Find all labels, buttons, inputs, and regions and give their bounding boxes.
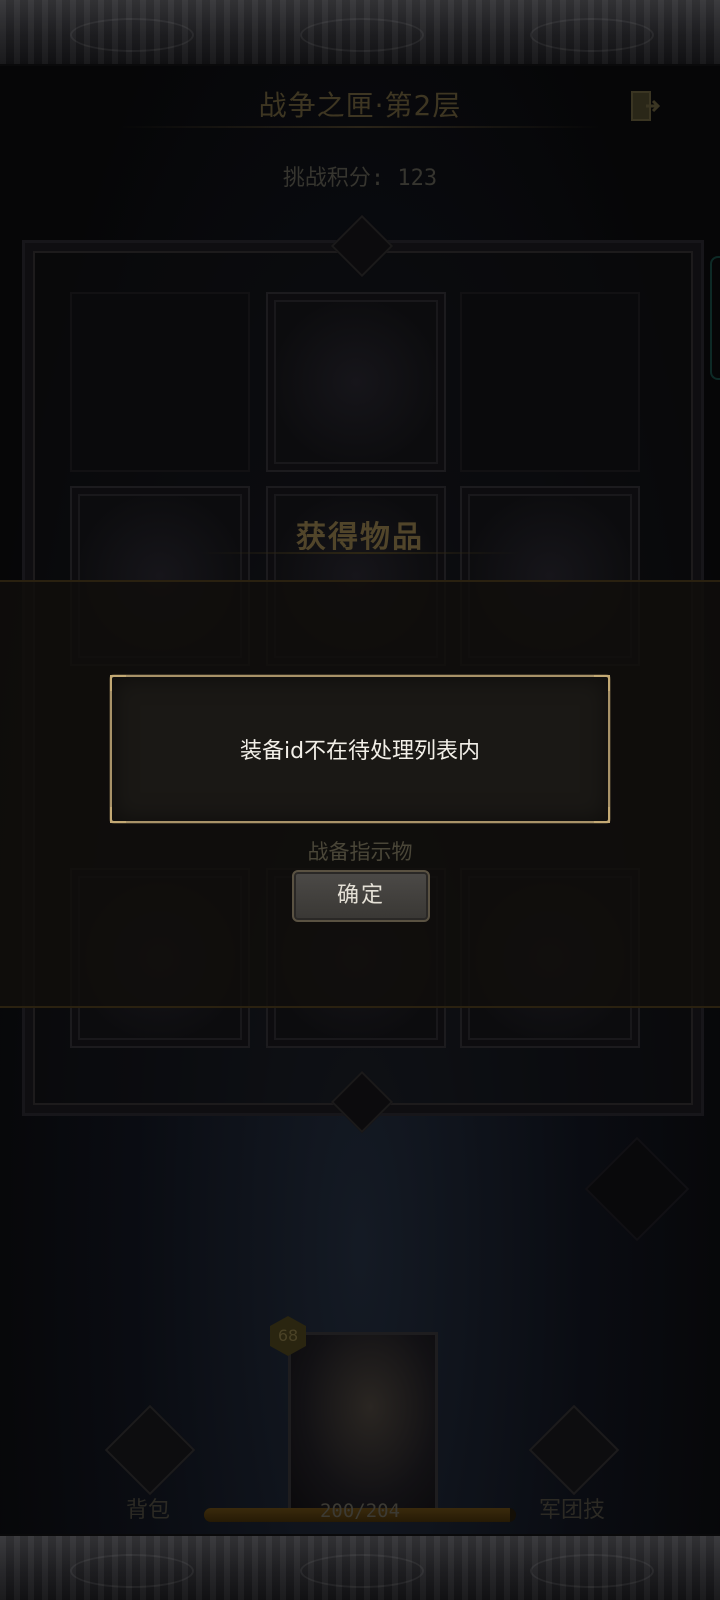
hero-portrait[interactable] [288, 1332, 438, 1518]
exit-door-icon[interactable] [626, 88, 662, 124]
legion-skill-icon [528, 1404, 620, 1496]
bar-ornament [530, 18, 654, 52]
legion-skill-button[interactable]: 军团技 [512, 1404, 632, 1548]
bar-ornament [300, 18, 424, 52]
toast-message-box: 装备id不在待处理列表内 [110, 675, 610, 823]
reward-title: 获得物品 [296, 520, 424, 555]
page-title: 战争之匣·第2层 [258, 89, 462, 122]
toast-corner [110, 807, 126, 823]
board-cell[interactable] [460, 292, 640, 472]
board-card[interactable] [266, 292, 446, 472]
board-cell[interactable] [70, 292, 250, 472]
side-tab[interactable] [710, 256, 720, 380]
toast-text: 装备id不在待处理列表内 [239, 739, 481, 764]
challenge-score: 挑战积分: 123 [282, 166, 438, 191]
bar-ornament [70, 1554, 194, 1588]
toast-corner [594, 675, 610, 691]
right-side-ornament [584, 1136, 690, 1242]
reward-title-divider [200, 552, 520, 554]
bar-ornament [70, 18, 194, 52]
toast-corner [594, 807, 610, 823]
bar-ornament [530, 1554, 654, 1588]
bar-ornament [300, 1554, 424, 1588]
stamina-text: 200/204 [319, 1500, 401, 1522]
bag-button[interactable]: 背包 [88, 1404, 208, 1548]
bag-icon [104, 1404, 196, 1496]
reward-item-name: 战备指示物 [307, 840, 413, 864]
bottom-ornate-bar [0, 1534, 720, 1600]
top-ornate-bar [0, 0, 720, 66]
confirm-button[interactable]: 确定 [292, 870, 430, 922]
header-divider [120, 126, 600, 128]
game-screen: 战争之匣·第2层 挑战积分: 123 获得物品 100 战备指示物 确定 装备i… [0, 0, 720, 1600]
toast-corner [110, 675, 126, 691]
